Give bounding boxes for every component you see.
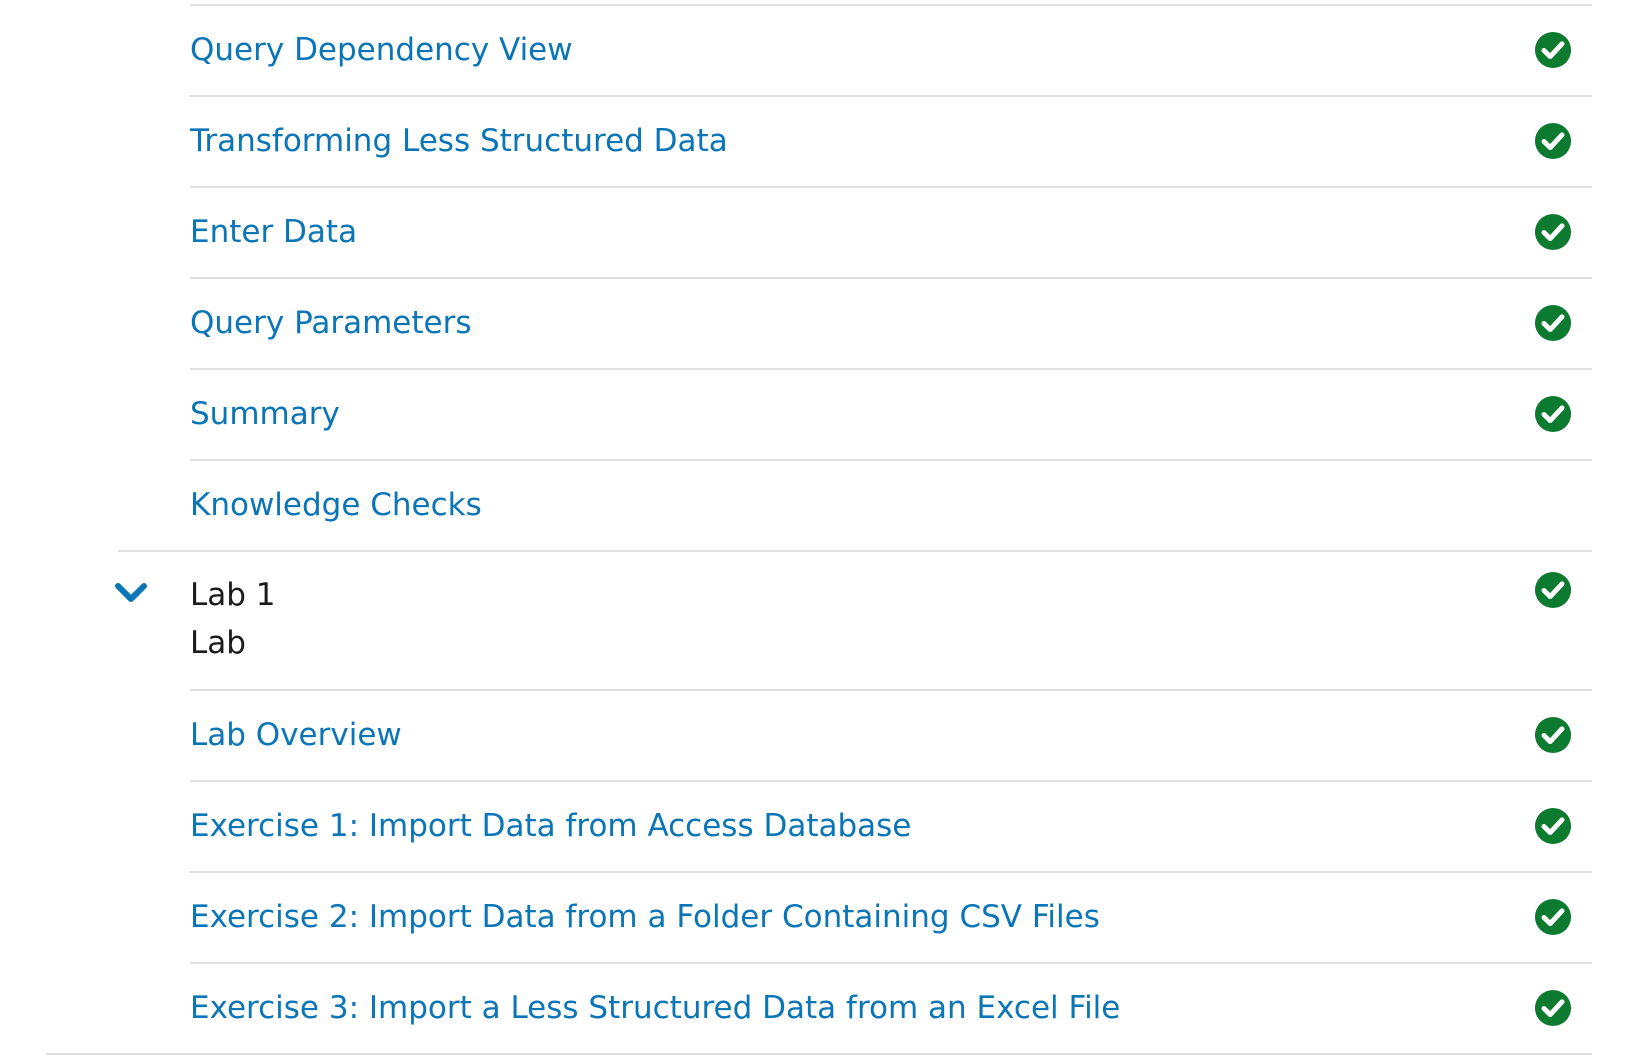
check-circle-icon bbox=[1534, 395, 1572, 433]
check-circle-icon bbox=[1534, 571, 1572, 609]
check-circle-icon bbox=[1534, 989, 1572, 1027]
unit-link[interactable]: Query Parameters bbox=[190, 279, 472, 368]
unit-link[interactable]: Exercise 3: Import a Less Structured Dat… bbox=[190, 964, 1120, 1053]
unit-link[interactable]: Lab Overview bbox=[190, 691, 402, 780]
unit-link[interactable]: Enter Data bbox=[190, 188, 357, 277]
chevron-down-icon[interactable] bbox=[114, 582, 148, 604]
check-circle-icon bbox=[1534, 898, 1572, 936]
unit-link[interactable]: Exercise 1: Import Data from Access Data… bbox=[190, 782, 911, 871]
unit-row-exercise-3[interactable]: Exercise 3: Import a Less Structured Dat… bbox=[190, 964, 1592, 1053]
check-circle-icon bbox=[1534, 122, 1572, 160]
unit-row-exercise-2[interactable]: Exercise 2: Import Data from a Folder Co… bbox=[190, 873, 1592, 962]
unit-link[interactable]: Summary bbox=[190, 370, 340, 459]
divider bbox=[118, 550, 1592, 552]
unit-row-lab-overview[interactable]: Lab Overview bbox=[190, 691, 1592, 780]
unit-row-enter-data[interactable]: Enter Data bbox=[190, 188, 1592, 277]
unit-link[interactable]: Knowledge Checks bbox=[190, 461, 482, 550]
unit-link[interactable]: Exercise 2: Import Data from a Folder Co… bbox=[190, 873, 1100, 962]
check-circle-icon bbox=[1534, 213, 1572, 251]
check-circle-icon bbox=[1534, 304, 1572, 342]
check-circle-icon bbox=[1534, 31, 1572, 69]
check-circle-icon bbox=[1534, 716, 1572, 754]
unit-row-query-parameters[interactable]: Query Parameters bbox=[190, 279, 1592, 368]
unit-row-knowledge-checks[interactable]: Knowledge Checks bbox=[190, 461, 1592, 550]
unit-link[interactable]: Transforming Less Structured Data bbox=[190, 97, 728, 186]
unit-row-summary[interactable]: Summary bbox=[190, 370, 1592, 459]
lab-title[interactable]: Lab 1 bbox=[190, 574, 276, 616]
unit-row-exercise-1[interactable]: Exercise 1: Import Data from Access Data… bbox=[190, 782, 1592, 871]
check-circle-icon bbox=[1534, 807, 1572, 845]
unit-row-transforming-less-structured-data[interactable]: Transforming Less Structured Data bbox=[190, 97, 1592, 186]
unit-link[interactable]: Query Dependency View bbox=[190, 6, 573, 95]
lab-type-label: Lab bbox=[190, 625, 246, 661]
unit-row-query-dependency-view[interactable]: Query Dependency View bbox=[190, 6, 1592, 95]
divider bbox=[46, 1053, 1592, 1055]
